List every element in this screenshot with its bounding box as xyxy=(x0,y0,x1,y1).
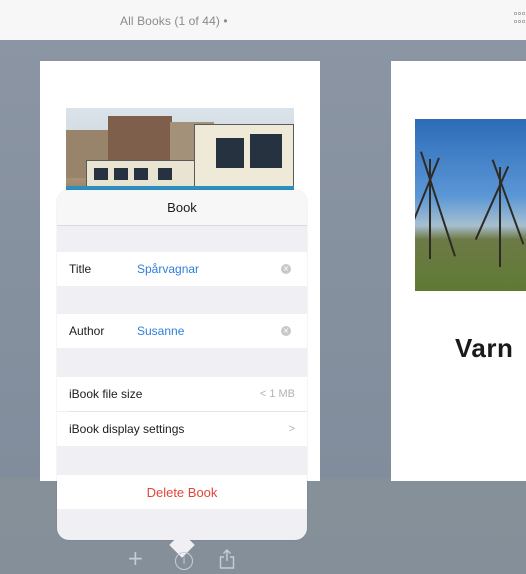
book-card-second[interactable]: Varn xyxy=(391,61,526,481)
author-field-label: Author xyxy=(69,324,105,338)
file-size-value: < 1 MB xyxy=(259,388,295,400)
clear-icon[interactable]: × xyxy=(281,264,291,274)
display-settings-label: iBook display settings xyxy=(69,422,185,436)
info-icon[interactable]: i xyxy=(175,552,193,570)
book-cover-image xyxy=(415,119,526,291)
clear-icon[interactable]: × xyxy=(281,326,291,336)
book-info-popover: Book Title Spårvagnar × Author Susanne ×… xyxy=(57,190,307,540)
title-field[interactable]: Title Spårvagnar × xyxy=(57,252,307,286)
title-field-value[interactable]: Spårvagnar xyxy=(137,262,199,276)
title-field-label: Title xyxy=(69,262,92,276)
book-title-text: Varn xyxy=(455,333,514,363)
share-icon[interactable] xyxy=(219,549,235,569)
library-title-dropdown[interactable]: All Books (1 of 44) • xyxy=(120,14,228,28)
popover-title: Book xyxy=(167,200,197,215)
display-settings-row[interactable]: iBook display settings > xyxy=(57,412,307,446)
author-field[interactable]: Author Susanne × xyxy=(57,314,307,348)
top-bar: All Books (1 of 44) • xyxy=(0,0,526,40)
delete-book-label: Delete Book xyxy=(146,484,218,500)
grid-view-icon[interactable] xyxy=(514,12,526,26)
file-size-label: iBook file size xyxy=(69,387,143,401)
file-size-row: iBook file size < 1 MB xyxy=(57,377,307,411)
author-field-value[interactable]: Susanne xyxy=(137,324,184,338)
chevron-right-icon: > xyxy=(288,423,295,435)
plus-icon[interactable]: + xyxy=(127,546,144,570)
popover-header: Book xyxy=(57,190,307,226)
delete-book-button[interactable]: Delete Book xyxy=(57,475,307,509)
